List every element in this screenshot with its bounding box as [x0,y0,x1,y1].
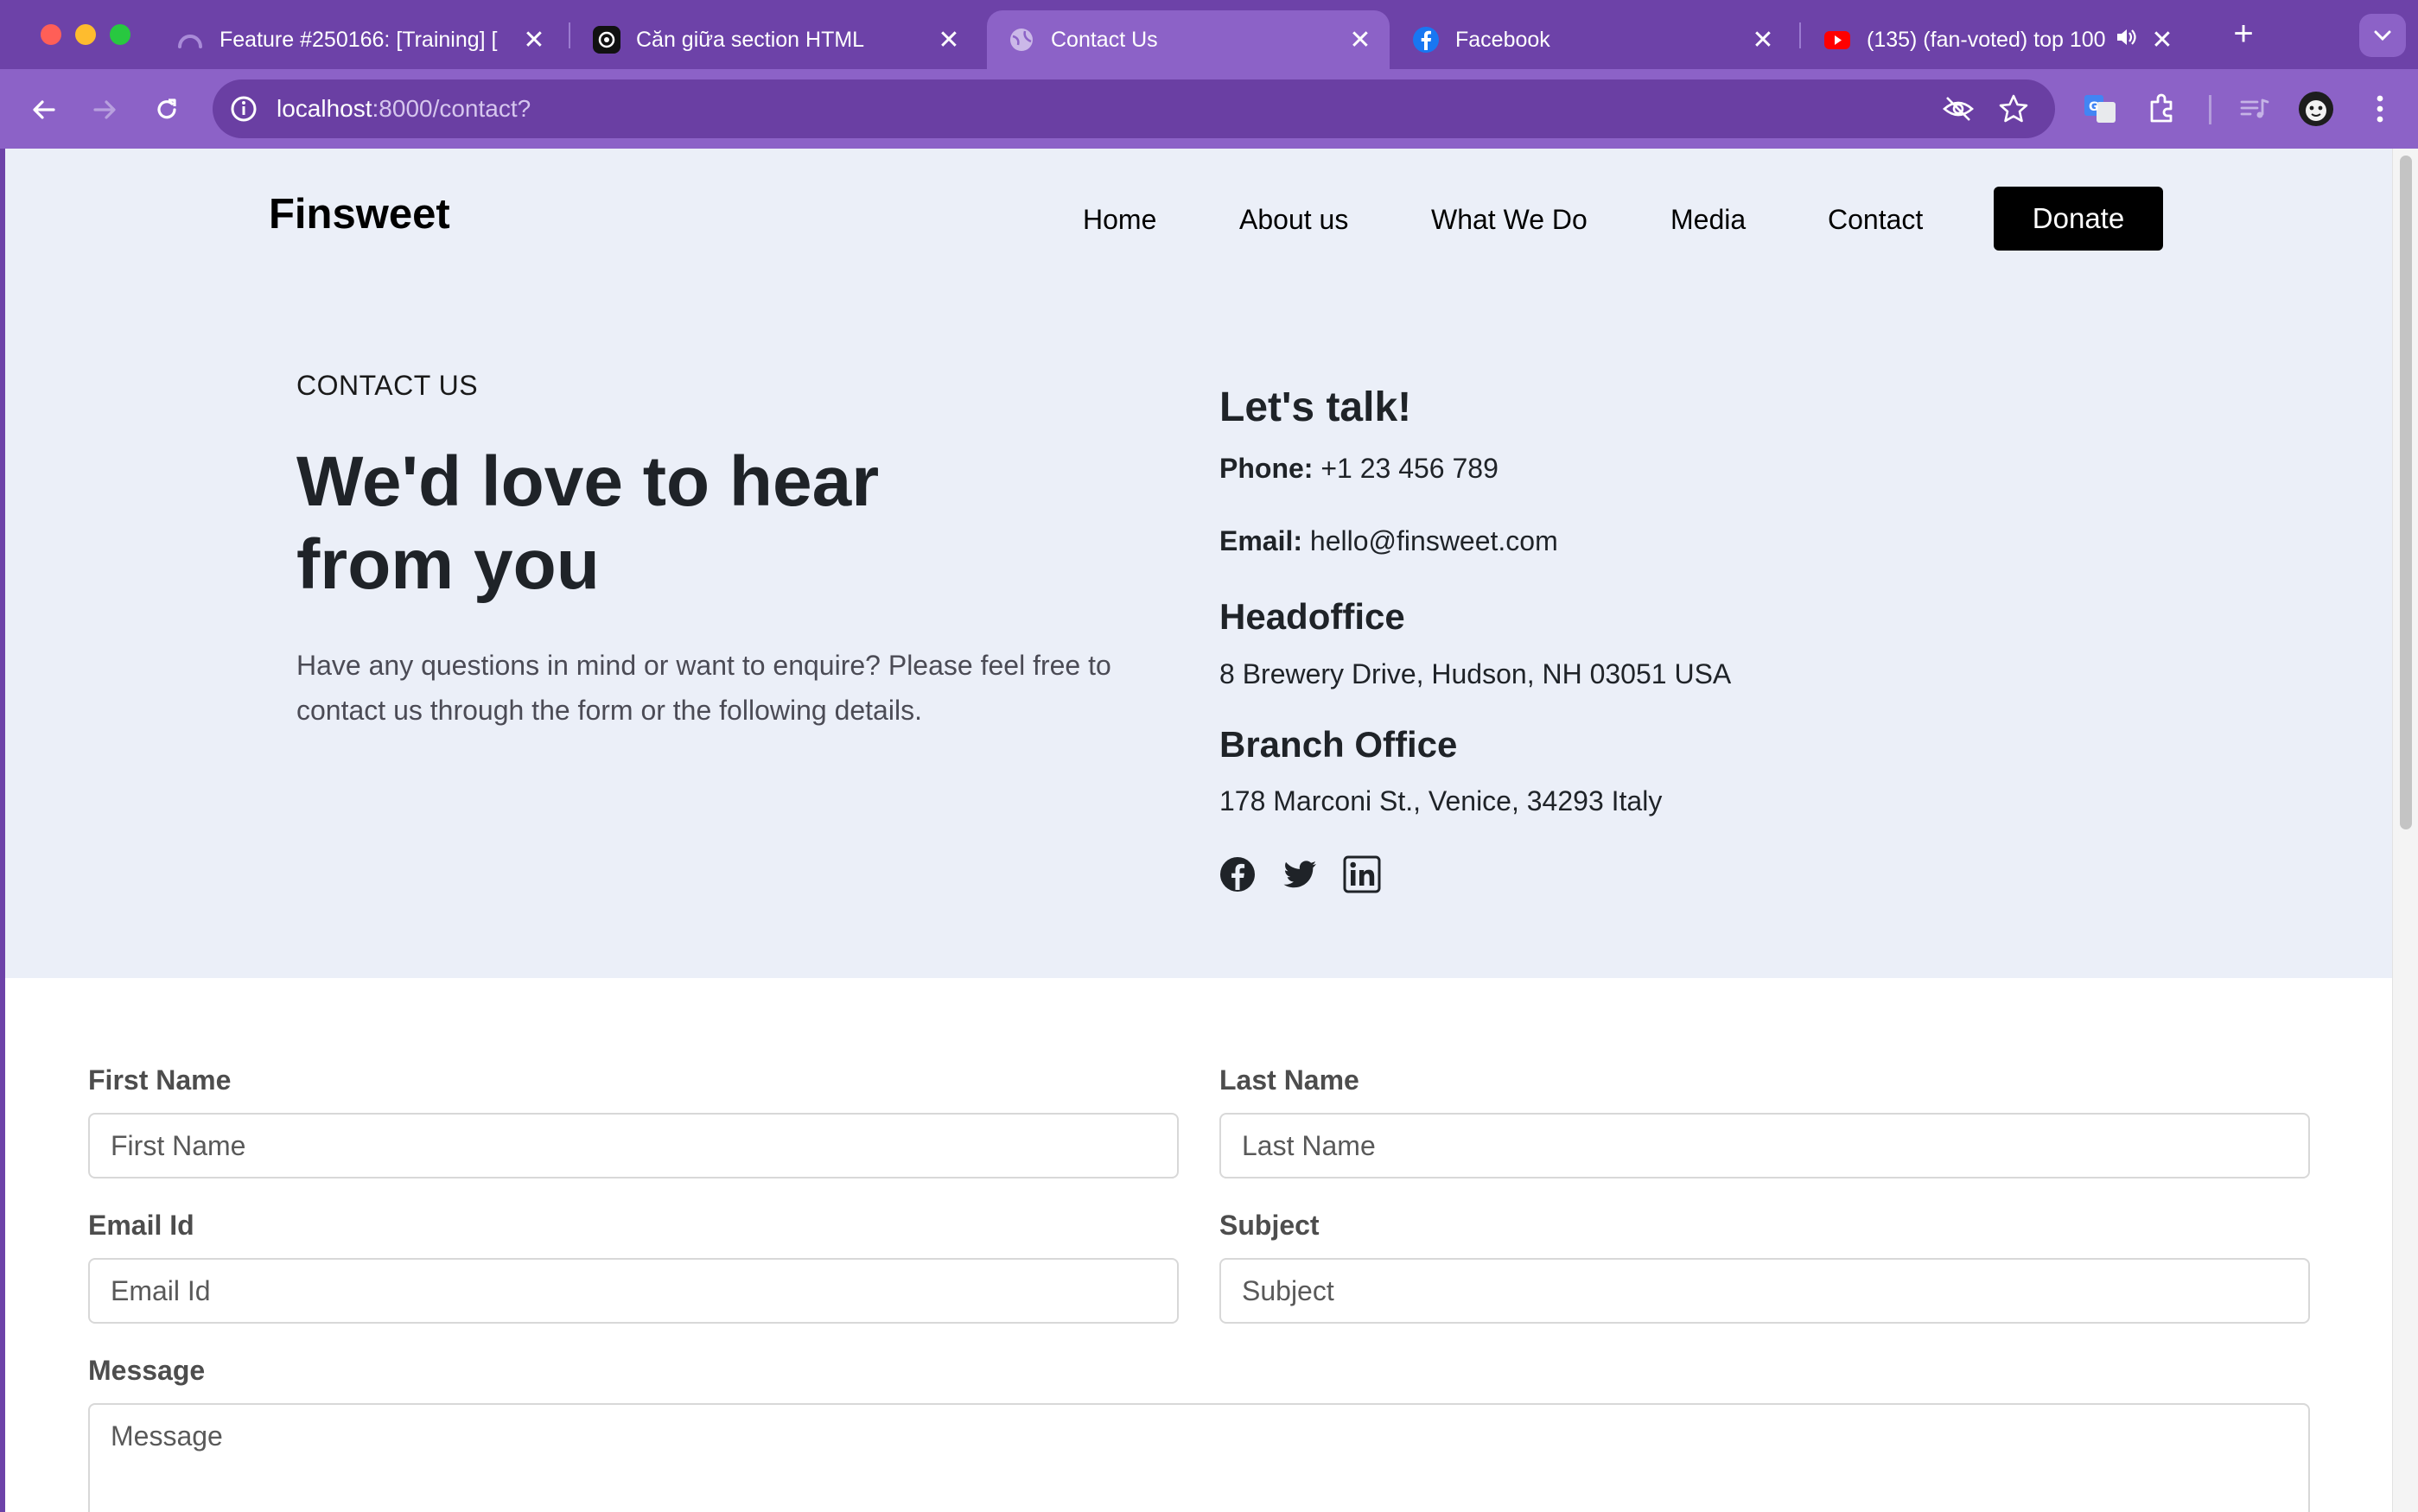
subject-label: Subject [1219,1210,1320,1241]
tab-search-button[interactable] [2359,14,2406,57]
youtube-icon [1823,26,1851,54]
nav-contact[interactable]: Contact [1828,202,1923,237]
close-icon[interactable]: ✕ [2145,25,2179,55]
email-field[interactable] [88,1258,1179,1324]
browser-tab-youtube[interactable]: (135) (fan-voted) top 100 ✕ [1803,10,2209,69]
toolbar-divider [2209,95,2211,124]
loading-arc-icon [176,26,204,54]
globe-icon [1008,26,1035,54]
media-controls-icon[interactable] [2235,90,2273,128]
nav-home[interactable]: Home [1083,202,1156,237]
more-menu-icon[interactable] [2361,90,2399,128]
forward-button[interactable] [81,86,128,133]
window-zoom-button[interactable] [110,24,130,45]
window-minimize-button[interactable] [75,24,96,45]
donate-button[interactable]: Donate [1994,187,2163,251]
new-tab-button[interactable]: + [2224,12,2262,55]
nav-what-we-do[interactable]: What We Do [1431,202,1588,237]
close-icon[interactable]: ✕ [1746,25,1780,55]
email-line: Email: hello@finsweet.com [1219,525,1558,557]
last-name-field[interactable] [1219,1113,2310,1178]
reload-icon [157,98,176,119]
phone-line: Phone: +1 23 456 789 [1219,453,1499,485]
branch-office-heading: Branch Office [1219,724,1458,765]
headoffice-heading: Headoffice [1219,596,1405,637]
intro-text: Have any questions in mind or want to en… [296,650,1111,726]
arrow-right-icon [93,100,116,119]
page-scrollbar[interactable] [2392,149,2418,1512]
page-viewport: Finsweet Home About us What We Do Media … [5,149,2392,1512]
eye-slash-icon[interactable] [1941,92,1976,126]
browser-tab-feature[interactable]: Feature #250166: [Training] [ ✕ [156,10,563,69]
browser-tab-chatgpt[interactable]: Căn giữa section HTML ✕ [572,10,978,69]
close-icon[interactable]: ✕ [1343,25,1378,55]
reload-button[interactable] [143,86,190,133]
message-field[interactable] [88,1403,2310,1512]
openai-icon [593,26,620,54]
scrollbar-thumb[interactable] [2400,156,2412,829]
first-name-field[interactable] [88,1113,1179,1178]
svg-text:G: G [2089,100,2099,114]
close-icon[interactable]: ✕ [932,25,966,55]
first-name-label: First Name [88,1064,232,1096]
phone-value[interactable]: +1 23 456 789 [1320,453,1499,484]
browser-tab-bar: Feature #250166: [Training] [ ✕ Căn giữa… [0,0,2418,69]
subject-field[interactable] [1219,1258,2310,1324]
contact-hero: Finsweet Home About us What We Do Media … [5,149,2392,978]
google-translate-icon[interactable]: G [2081,90,2119,128]
email-id-label: Email Id [88,1210,194,1241]
tab-title: Facebook [1455,27,1550,52]
site-logo[interactable]: Finsweet [269,190,450,238]
twitter-icon[interactable] [1281,855,1319,893]
phone-label: Phone: [1219,453,1314,484]
window-close-button[interactable] [41,24,61,45]
last-name-label: Last Name [1219,1064,1359,1096]
branch-office-address: 178 Marconi St., Venice, 34293 Italy [1219,785,1663,816]
address-bar[interactable]: localhost:8000/contact? [213,79,2055,138]
back-button[interactable] [21,86,67,133]
facebook-icon [1412,26,1440,54]
email-value[interactable]: hello@finsweet.com [1310,525,1558,556]
browser-tab-facebook[interactable]: Facebook ✕ [1391,10,1792,69]
profile-avatar[interactable] [2297,90,2335,128]
message-label: Message [88,1355,206,1386]
url-host: localhost [277,95,372,122]
close-icon[interactable]: ✕ [517,25,551,55]
tab-title: Contact Us [1051,27,1158,52]
facebook-icon[interactable] [1219,855,1257,893]
bookmark-star-icon[interactable] [1996,92,2031,126]
arrow-left-icon [33,100,55,119]
browser-tab-contact-us[interactable]: Contact Us ✕ [987,10,1390,69]
extensions-puzzle-icon[interactable] [2143,90,2181,128]
tab-title: Feature #250166: [Training] [ [220,27,498,52]
nav-media[interactable]: Media [1670,202,1746,237]
section-eyebrow: CONTACT US [296,370,479,401]
tab-title: (135) (fan-voted) top 100 [1867,27,2106,52]
chevron-down-icon [2374,30,2391,41]
speaker-icon[interactable] [2114,25,2145,55]
contact-heading: Let's talk! [1219,384,1412,430]
site-info-icon[interactable] [226,92,261,126]
tab-divider [1799,22,1801,48]
page-title: We'd love to hear from you [296,442,880,604]
nav-about-us[interactable]: About us [1239,202,1348,237]
url-path: :8000/contact? [372,95,531,122]
linkedin-icon[interactable] [1343,855,1381,893]
tab-divider [569,22,570,48]
tab-title: Căn giữa section HTML [636,27,865,52]
headoffice-address: 8 Brewery Drive, Hudson, NH 03051 USA [1219,658,1732,689]
email-label: Email: [1219,525,1303,556]
url-text[interactable]: localhost:8000/contact? [277,79,531,138]
